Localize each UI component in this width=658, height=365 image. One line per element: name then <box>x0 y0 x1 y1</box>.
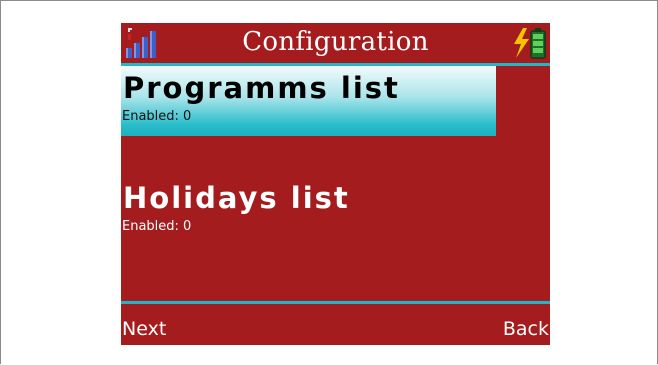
menu-item-status: Enabled: 0 <box>122 219 192 234</box>
menu-item-programms-list[interactable]: Programms list Enabled: 0 <box>121 66 550 136</box>
page-title: Configuration <box>242 27 429 57</box>
softkey-divider <box>121 301 550 304</box>
title-bar: Configuration <box>121 23 550 66</box>
menu-item-label: Programms list <box>123 71 400 105</box>
menu-item-label: Holidays list <box>123 181 350 215</box>
back-softkey[interactable]: Back <box>503 318 549 340</box>
device-screen: Configuration Programms list Enabled: 0 … <box>121 23 550 345</box>
next-softkey[interactable]: Next <box>122 318 166 340</box>
battery-charging-icon <box>514 28 546 59</box>
menu-item-holidays-list[interactable]: Holidays list Enabled: 0 <box>121 176 550 246</box>
menu-item-status: Enabled: 0 <box>122 109 192 124</box>
